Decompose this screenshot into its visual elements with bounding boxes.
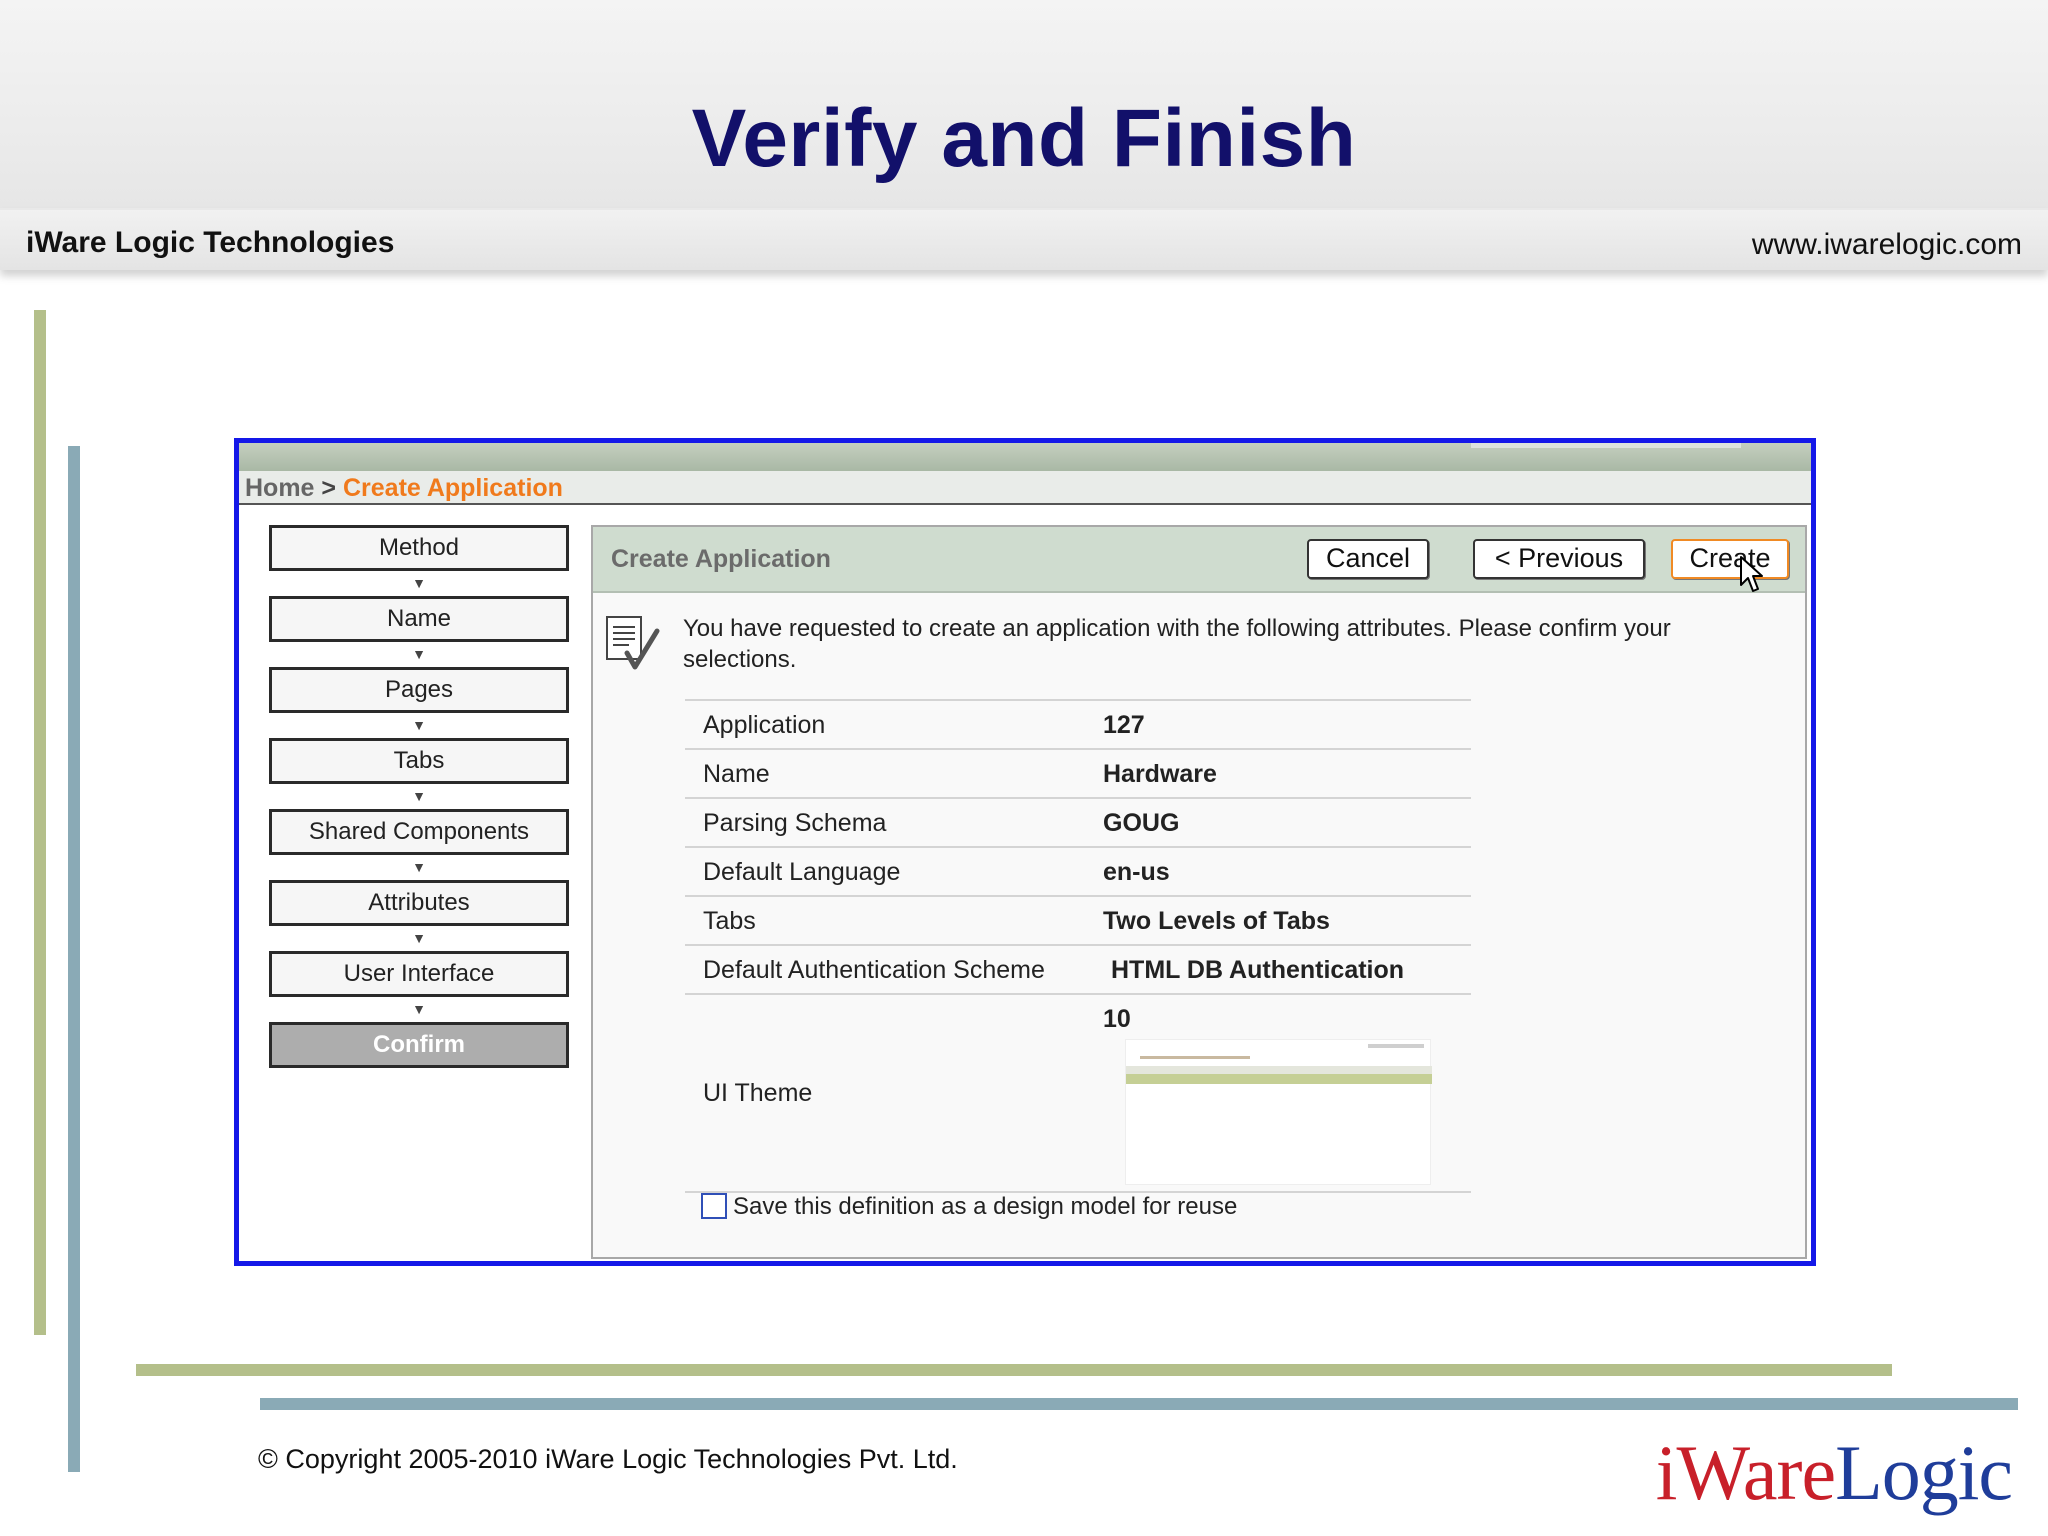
wizard-steps: Method ▼ Name ▼ Pages ▼ Tabs ▼ Shared Co…: [269, 525, 569, 1068]
previous-button[interactable]: < Previous: [1473, 539, 1645, 579]
wizard-step-shared-components[interactable]: Shared Components: [269, 809, 569, 855]
chevron-down-icon: ▼: [412, 859, 426, 875]
table-row: Tabs Two Levels of Tabs: [685, 895, 1471, 944]
table-row-ui-theme: UI Theme 10: [685, 993, 1471, 1191]
decorative-vertical-bar-green: [34, 310, 46, 1335]
slide-title: Verify and Finish: [691, 93, 1357, 184]
table-row: Default Language en-us: [685, 846, 1471, 895]
attribute-value: 10: [1103, 1005, 1131, 1033]
save-definition-label: Save this definition as a design model f…: [733, 1193, 1238, 1220]
wizard-step-name[interactable]: Name: [269, 596, 569, 642]
cancel-button[interactable]: Cancel: [1307, 539, 1429, 579]
attribute-label: UI Theme: [703, 1079, 813, 1107]
wizard-step-pages[interactable]: Pages: [269, 667, 569, 713]
create-application-panel: Create Application Cancel < Previous Cre…: [591, 525, 1807, 1259]
table-row: Name Hardware: [685, 748, 1471, 797]
table-row: Application 127: [685, 699, 1471, 748]
panel-title: Create Application: [611, 545, 831, 573]
attribute-value: 127: [1103, 711, 1145, 739]
app-top-strip: [239, 443, 1811, 471]
attribute-label: Default Language: [703, 858, 901, 886]
breadcrumb: Home > Create Application: [239, 471, 1811, 505]
attribute-label: Default Authentication Scheme: [703, 956, 1045, 984]
wizard-step-tabs[interactable]: Tabs: [269, 738, 569, 784]
table-row: Default Authentication Scheme HTML DB Au…: [685, 944, 1471, 993]
breadcrumb-home-link[interactable]: Home: [245, 474, 314, 502]
theme-preview-thumbnail: [1125, 1039, 1432, 1185]
decorative-horizontal-bar-blue: [260, 1398, 2018, 1410]
app-screenshot-frame: Home > Create Application Method ▼ Name …: [234, 438, 1816, 1266]
chevron-down-icon: ▼: [412, 575, 426, 591]
attribute-value: Two Levels of Tabs: [1103, 907, 1330, 935]
panel-header: Create Application Cancel < Previous Cre…: [593, 527, 1805, 593]
attribute-value: HTML DB Authentication: [1111, 956, 1405, 984]
save-definition-checkbox[interactable]: [701, 1193, 727, 1219]
attribute-value: en-us: [1103, 858, 1170, 886]
create-button[interactable]: Create: [1671, 539, 1789, 579]
breadcrumb-separator: >: [321, 474, 337, 502]
table-row: Parsing Schema GOUG: [685, 797, 1471, 846]
chevron-down-icon: ▼: [412, 1001, 426, 1017]
attribute-label: Tabs: [703, 907, 756, 935]
wizard-step-attributes[interactable]: Attributes: [269, 880, 569, 926]
company-url: www.iwarelogic.com: [1751, 228, 2022, 261]
chevron-down-icon: ▼: [412, 717, 426, 733]
confirmation-message: You have requested to create an applicat…: [683, 615, 1671, 673]
header-band: iWare Logic Technologies www.iwarelogic.…: [0, 208, 2048, 270]
chevron-down-icon: ▼: [412, 646, 426, 662]
mouse-cursor-icon: [1740, 556, 1763, 592]
attribute-label: Name: [703, 760, 770, 788]
chevron-down-icon: ▼: [412, 930, 426, 946]
slide-header: Verify and Finish: [0, 0, 2048, 210]
breadcrumb-current: Create Application: [342, 474, 563, 502]
attribute-label: Parsing Schema: [703, 809, 887, 837]
attribute-label: Application: [703, 711, 826, 739]
decorative-horizontal-bar-green: [136, 1364, 1892, 1376]
wizard-step-user-interface[interactable]: User Interface: [269, 951, 569, 997]
company-name: iWare Logic Technologies: [26, 226, 395, 259]
copyright-text: © Copyright 2005-2010 iWare Logic Techno…: [258, 1444, 958, 1474]
attribute-value: GOUG: [1103, 809, 1180, 837]
decorative-vertical-bar-blue: [68, 446, 80, 1472]
attributes-table: Application 127 Name Hardware Parsing Sc…: [685, 699, 1471, 1193]
iwarelogic-logo: iWareLogic: [1655, 1429, 2013, 1516]
checklist-icon: [606, 616, 660, 670]
wizard-step-confirm: Confirm: [269, 1022, 569, 1068]
wizard-step-method[interactable]: Method: [269, 525, 569, 571]
attribute-value: Hardware: [1103, 760, 1217, 788]
chevron-down-icon: ▼: [412, 788, 426, 804]
